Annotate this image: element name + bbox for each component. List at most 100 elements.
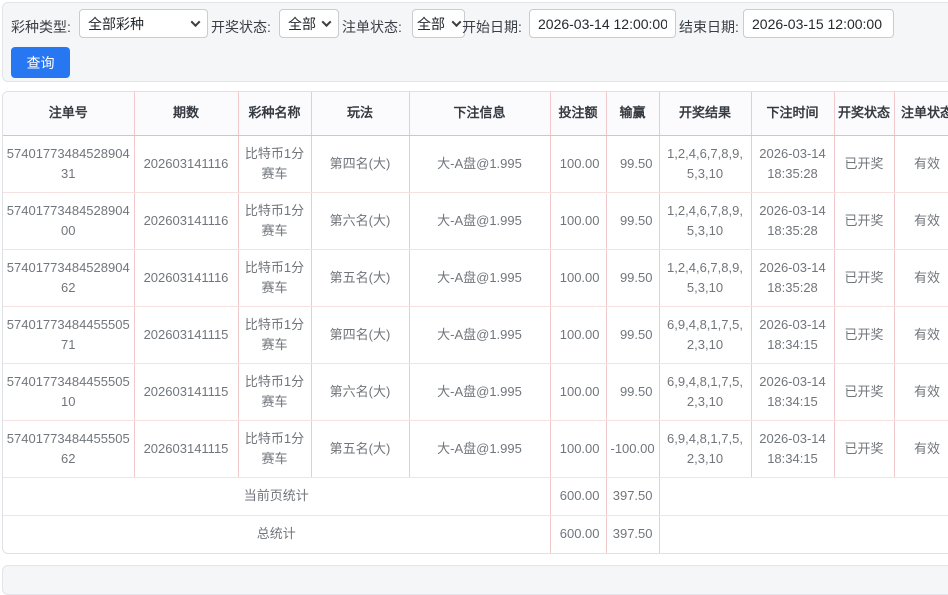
cell-play-type: 第四名(大) <box>311 135 409 192</box>
cell-lottery-name: 比特币1分赛车 <box>238 192 311 249</box>
start-date-input[interactable] <box>529 9 676 38</box>
cell-lottery-name: 比特币1分赛车 <box>238 249 311 306</box>
cell-bet-time: 2026-03-14 18:34:15 <box>751 363 834 420</box>
lottery-type-value: 全部彩种 <box>88 14 188 34</box>
table-row: 5740177348445550562202603141115比特币1分赛车第五… <box>3 420 948 477</box>
table-row: 5740177348445550510202603141115比特币1分赛车第六… <box>3 363 948 420</box>
pagination-panel <box>2 565 948 595</box>
summary-row-total: 总统计 600.00 397.50 <box>3 515 948 553</box>
chevron-down-icon <box>452 17 462 27</box>
cell-bet-amount: 100.00 <box>550 306 606 363</box>
cell-bet-number: 5740177348445550510 <box>3 363 134 420</box>
cell-draw-result: 6,9,4,8,1,7,5,2,3,10 <box>659 420 751 477</box>
chevron-down-icon <box>322 17 332 27</box>
total-winloss-total: 397.50 <box>606 515 659 553</box>
chevron-down-icon <box>191 17 201 27</box>
cell-bet-number: 5740177348452890400 <box>3 192 134 249</box>
column-header-draw-result: 开奖结果 <box>659 92 751 135</box>
cell-lottery-name: 比特币1分赛车 <box>238 363 311 420</box>
cell-bet-status: 有效 <box>894 135 948 192</box>
cell-bet-info: 大-A盘@1.995 <box>409 192 550 249</box>
cell-bet-amount: 100.00 <box>550 420 606 477</box>
cell-bet-time: 2026-03-14 18:34:15 <box>751 306 834 363</box>
bet-status-label: 注单状态: <box>342 17 402 37</box>
column-header-win-loss: 输赢 <box>606 92 659 135</box>
column-header-play-type: 玩法 <box>311 92 409 135</box>
lottery-type-select[interactable]: 全部彩种 <box>79 9 208 38</box>
table-row: 5740177348452890400202603141116比特币1分赛车第六… <box>3 192 948 249</box>
column-header-draw-status: 开奖状态 <box>834 92 894 135</box>
cell-period: 202603141116 <box>134 135 238 192</box>
cell-play-type: 第五名(大) <box>311 249 409 306</box>
cell-bet-status: 有效 <box>894 306 948 363</box>
cell-period: 202603141115 <box>134 420 238 477</box>
cell-draw-status: 已开奖 <box>834 420 894 477</box>
cell-draw-status: 已开奖 <box>834 135 894 192</box>
query-button[interactable]: 查询 <box>11 47 70 78</box>
cell-draw-result: 6,9,4,8,1,7,5,2,3,10 <box>659 363 751 420</box>
cell-bet-number: 5740177348445550562 <box>3 420 134 477</box>
cell-bet-status: 有效 <box>894 363 948 420</box>
cell-bet-time: 2026-03-14 18:35:28 <box>751 192 834 249</box>
cell-lottery-name: 比特币1分赛车 <box>238 420 311 477</box>
cell-bet-status: 有效 <box>894 192 948 249</box>
current-page-summary-label: 当前页统计 <box>3 477 550 515</box>
column-header-bet-time: 下注时间 <box>751 92 834 135</box>
cell-lottery-name: 比特币1分赛车 <box>238 135 311 192</box>
bet-status-select[interactable]: 全部 <box>412 9 465 38</box>
cell-draw-result: 1,2,4,6,7,8,9,5,3,10 <box>659 135 751 192</box>
current-page-bet-total: 600.00 <box>550 477 606 515</box>
current-page-winloss-total: 397.50 <box>606 477 659 515</box>
cell-period: 202603141115 <box>134 306 238 363</box>
cell-play-type: 第六名(大) <box>311 363 409 420</box>
cell-draw-result: 1,2,4,6,7,8,9,5,3,10 <box>659 249 751 306</box>
draw-status-value: 全部 <box>288 14 319 34</box>
cell-bet-amount: 100.00 <box>550 192 606 249</box>
cell-bet-time: 2026-03-14 18:35:28 <box>751 135 834 192</box>
table-row: 5740177348445550571202603141115比特币1分赛车第四… <box>3 306 948 363</box>
cell-bet-time: 2026-03-14 18:34:15 <box>751 420 834 477</box>
cell-draw-result: 1,2,4,6,7,8,9,5,3,10 <box>659 192 751 249</box>
cell-bet-info: 大-A盘@1.995 <box>409 135 550 192</box>
cell-play-type: 第六名(大) <box>311 192 409 249</box>
cell-period: 202603141115 <box>134 363 238 420</box>
cell-bet-info: 大-A盘@1.995 <box>409 249 550 306</box>
column-header-bet-status: 注单状态 <box>894 92 948 135</box>
start-date-label: 开始日期: <box>462 17 522 37</box>
cell-bet-status: 有效 <box>894 420 948 477</box>
cell-win-loss: 99.50 <box>606 135 659 192</box>
total-summary-label: 总统计 <box>3 515 550 553</box>
cell-bet-info: 大-A盘@1.995 <box>409 306 550 363</box>
bets-table: 注单号期数彩种名称玩法下注信息投注额输赢开奖结果下注时间开奖状态注单状态 574… <box>3 92 948 553</box>
cell-win-loss: 99.50 <box>606 249 659 306</box>
cell-period: 202603141116 <box>134 192 238 249</box>
summary-row-current-page: 当前页统计 600.00 397.50 <box>3 477 948 515</box>
draw-status-label: 开奖状态: <box>211 17 271 37</box>
cell-bet-number: 5740177348452890431 <box>3 135 134 192</box>
column-header-period: 期数 <box>134 92 238 135</box>
table-row: 5740177348452890462202603141116比特币1分赛车第五… <box>3 249 948 306</box>
cell-win-loss: -100.00 <box>606 420 659 477</box>
cell-play-type: 第五名(大) <box>311 420 409 477</box>
cell-bet-number: 5740177348445550571 <box>3 306 134 363</box>
column-header-lottery-name: 彩种名称 <box>238 92 311 135</box>
table-header-row: 注单号期数彩种名称玩法下注信息投注额输赢开奖结果下注时间开奖状态注单状态 <box>3 92 948 135</box>
bet-status-value: 全部 <box>417 14 449 34</box>
column-header-bet-amount: 投注额 <box>550 92 606 135</box>
cell-draw-status: 已开奖 <box>834 306 894 363</box>
cell-bet-amount: 100.00 <box>550 249 606 306</box>
cell-play-type: 第四名(大) <box>311 306 409 363</box>
cell-win-loss: 99.50 <box>606 363 659 420</box>
lottery-type-label: 彩种类型: <box>11 17 71 37</box>
cell-draw-status: 已开奖 <box>834 363 894 420</box>
column-header-bet-info: 下注信息 <box>409 92 550 135</box>
filter-bar: 彩种类型: 全部彩种 开奖状态: 全部 注单状态: 全部 开始日期: 结束日期:… <box>2 2 948 82</box>
cell-bet-amount: 100.00 <box>550 363 606 420</box>
cell-draw-status: 已开奖 <box>834 192 894 249</box>
column-header-bet-number: 注单号 <box>3 92 134 135</box>
draw-status-select[interactable]: 全部 <box>279 9 339 38</box>
summary-empty-cell <box>659 477 948 515</box>
end-date-label: 结束日期: <box>679 17 739 37</box>
end-date-input[interactable] <box>743 9 894 38</box>
cell-bet-amount: 100.00 <box>550 135 606 192</box>
